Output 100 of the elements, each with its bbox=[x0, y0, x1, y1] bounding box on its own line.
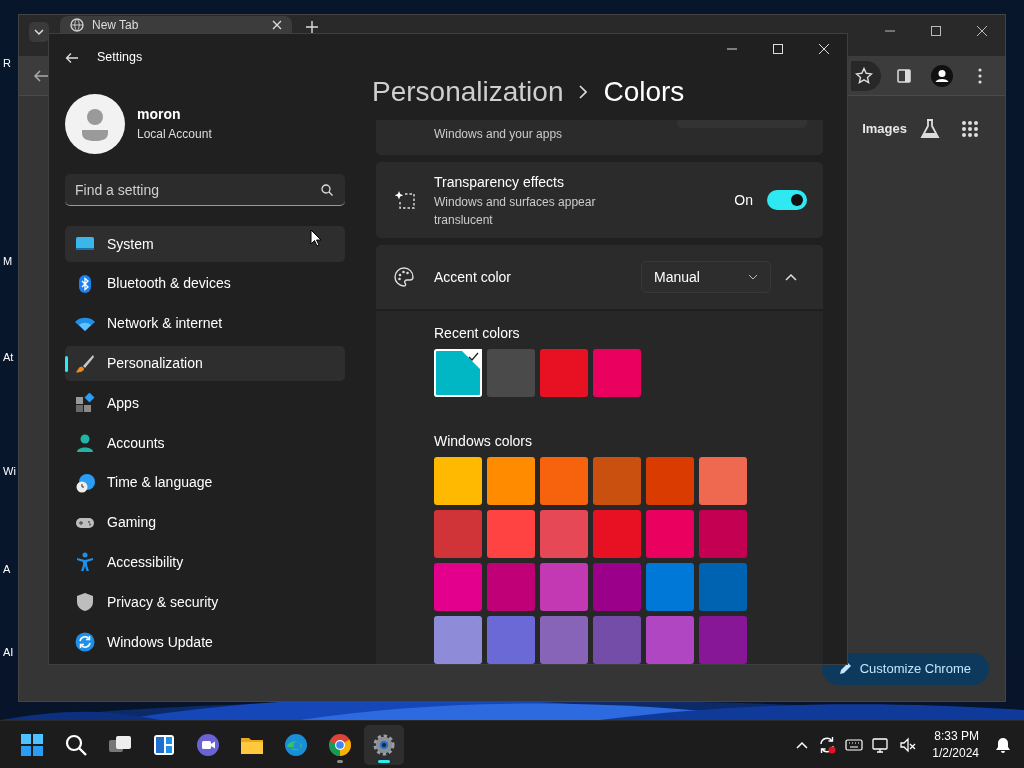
palette-icon bbox=[394, 267, 414, 288]
color-swatch[interactable] bbox=[540, 563, 588, 611]
color-swatch[interactable] bbox=[593, 510, 641, 558]
profile-icon[interactable] bbox=[931, 64, 953, 87]
color-swatch[interactable] bbox=[646, 563, 694, 611]
address-bar[interactable] bbox=[851, 60, 881, 91]
color-swatch[interactable] bbox=[593, 616, 641, 664]
search-icon[interactable] bbox=[321, 184, 333, 197]
paintbrush-icon bbox=[75, 353, 95, 374]
volume-muted-icon[interactable] bbox=[899, 735, 918, 754]
gear-icon bbox=[372, 732, 396, 757]
nav-item[interactable]: Accessibility bbox=[65, 544, 345, 581]
keyboard-icon[interactable] bbox=[845, 737, 864, 752]
chevron-right-icon bbox=[579, 85, 588, 99]
desktop-icon-label[interactable]: At bbox=[3, 352, 14, 363]
desktop-icon-label[interactable]: R bbox=[3, 58, 11, 69]
color-swatch[interactable] bbox=[593, 563, 641, 611]
color-swatch[interactable] bbox=[487, 510, 535, 558]
nav-item[interactable]: Accounts bbox=[65, 425, 345, 461]
color-swatch[interactable] bbox=[434, 563, 482, 611]
maximize-button[interactable] bbox=[773, 44, 783, 54]
nav-item[interactable]: Personalization bbox=[65, 345, 345, 382]
nav-item[interactable]: Gaming bbox=[65, 504, 345, 541]
widgets-icon bbox=[152, 732, 176, 757]
nav-item[interactable]: Windows Update bbox=[65, 624, 345, 660]
search-field[interactable]: Find a setting bbox=[65, 174, 345, 207]
color-swatch[interactable] bbox=[487, 457, 535, 505]
nav-item[interactable]: Network & internet bbox=[65, 305, 345, 342]
network-icon[interactable] bbox=[872, 735, 891, 754]
back-arrow-icon[interactable] bbox=[33, 67, 49, 84]
back-arrow-icon[interactable] bbox=[65, 50, 79, 65]
nav-item[interactable]: Apps bbox=[65, 385, 345, 422]
window-title: Settings bbox=[97, 49, 143, 67]
color-swatch[interactable] bbox=[540, 616, 588, 664]
person-icon bbox=[75, 433, 95, 454]
color-swatch[interactable] bbox=[540, 457, 588, 505]
images-link[interactable]: Images bbox=[862, 119, 907, 139]
color-swatch[interactable] bbox=[487, 563, 535, 611]
color-swatch[interactable] bbox=[699, 563, 747, 611]
nav-item[interactable]: Privacy & security bbox=[65, 584, 345, 621]
chrome-icon bbox=[328, 732, 352, 757]
shield-icon bbox=[75, 592, 95, 613]
color-swatch[interactable] bbox=[646, 457, 694, 505]
running-indicator bbox=[378, 759, 390, 763]
menu-icon[interactable] bbox=[978, 67, 982, 84]
color-swatch[interactable] bbox=[593, 457, 641, 505]
nav-item[interactable]: Bluetooth & devices bbox=[65, 266, 345, 302]
color-swatch[interactable] bbox=[540, 349, 588, 397]
section-label: Recent colors bbox=[434, 324, 521, 343]
chevron-down-icon bbox=[34, 27, 44, 37]
desktop-icon-label[interactable]: Wi bbox=[3, 466, 16, 477]
page-title: Colors bbox=[603, 75, 685, 109]
color-swatch[interactable] bbox=[434, 457, 482, 505]
tab-title: New Tab bbox=[92, 17, 140, 34]
tab-search-button[interactable] bbox=[29, 22, 49, 42]
transparency-icon bbox=[394, 190, 416, 210]
taskbar-button[interactable] bbox=[364, 724, 404, 765]
toggle-switch[interactable] bbox=[767, 190, 807, 210]
setting-title: Accent color bbox=[434, 267, 513, 287]
apps-icon bbox=[75, 393, 95, 414]
color-swatch[interactable] bbox=[646, 510, 694, 558]
accessibility-icon bbox=[75, 552, 95, 573]
customize-chrome-button[interactable]: Customize Chrome bbox=[821, 653, 989, 685]
page-title[interactable]: Personalization bbox=[372, 71, 564, 113]
color-swatch[interactable] bbox=[699, 616, 747, 664]
apps-grid-icon[interactable] bbox=[961, 120, 979, 138]
nav-item[interactable]: Time & language bbox=[65, 465, 345, 501]
color-swatch[interactable] bbox=[646, 616, 694, 664]
color-swatch[interactable] bbox=[487, 616, 535, 664]
avatar-icon[interactable] bbox=[65, 93, 125, 154]
clock-date: 1/2/2024 bbox=[932, 744, 979, 761]
close-icon[interactable] bbox=[272, 20, 282, 30]
close-button[interactable] bbox=[977, 26, 987, 36]
globe-clock-icon bbox=[75, 472, 95, 493]
notification-bell-icon[interactable] bbox=[994, 735, 1012, 754]
color-swatch[interactable] bbox=[699, 457, 747, 505]
sync-icon[interactable] bbox=[818, 735, 837, 754]
browser-tab[interactable]: New Tab bbox=[60, 16, 292, 34]
desktop-icon-label[interactable]: AI bbox=[3, 647, 14, 658]
side-panel-icon[interactable] bbox=[896, 67, 912, 84]
color-swatch[interactable] bbox=[540, 510, 588, 558]
color-swatch[interactable] bbox=[434, 349, 482, 397]
maximize-button[interactable] bbox=[931, 26, 941, 36]
color-swatch[interactable] bbox=[434, 616, 482, 664]
star-icon[interactable] bbox=[855, 66, 873, 85]
mode-dropdown[interactable]: Manual bbox=[641, 261, 771, 294]
color-swatch[interactable] bbox=[593, 349, 641, 397]
desktop-icon-label[interactable]: A bbox=[3, 564, 11, 575]
desktop-icon-label[interactable]: M bbox=[3, 256, 13, 267]
color-swatch[interactable] bbox=[699, 510, 747, 558]
color-swatch[interactable] bbox=[434, 510, 482, 558]
close-button[interactable] bbox=[819, 44, 829, 54]
mouse-pointer-icon bbox=[310, 229, 322, 247]
flask-icon[interactable] bbox=[919, 118, 941, 140]
clock[interactable]: 8:33 PM 1/2/2024 bbox=[932, 728, 979, 761]
color-swatch[interactable] bbox=[487, 349, 535, 397]
nav-item[interactable]: System bbox=[65, 226, 345, 263]
checkmark-icon bbox=[460, 349, 482, 371]
search-icon bbox=[64, 732, 88, 757]
plus-icon[interactable] bbox=[306, 21, 318, 33]
